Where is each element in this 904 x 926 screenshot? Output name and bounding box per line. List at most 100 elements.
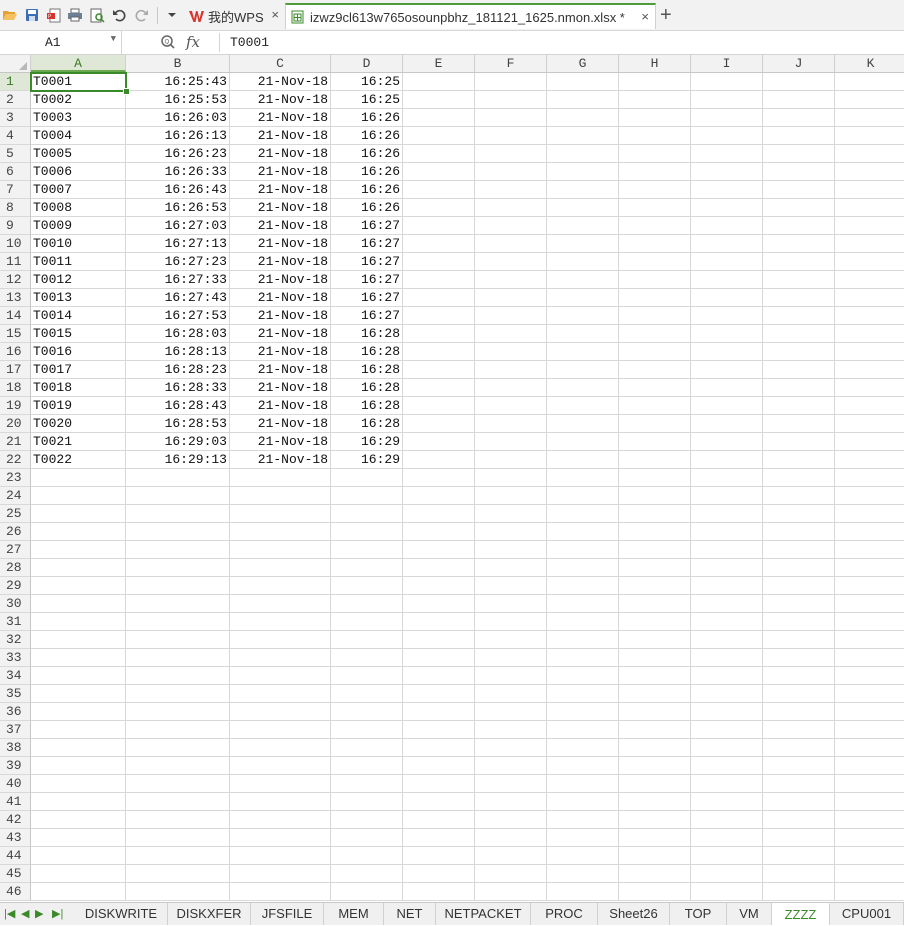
cell-j1[interactable] (763, 73, 835, 91)
cell-f30[interactable] (475, 595, 547, 613)
cell-k4[interactable] (835, 127, 904, 145)
column-header-b[interactable]: B (126, 55, 230, 72)
cell-g35[interactable] (547, 685, 619, 703)
cell-e20[interactable] (403, 415, 475, 433)
cell-d18[interactable]: 16:28 (331, 379, 403, 397)
cell-b35[interactable] (126, 685, 230, 703)
cell-a6[interactable]: T0006 (31, 163, 126, 181)
cell-e34[interactable] (403, 667, 475, 685)
cell-h26[interactable] (619, 523, 691, 541)
cell-f8[interactable] (475, 199, 547, 217)
cell-b22[interactable]: 16:29:13 (126, 451, 230, 469)
cell-k34[interactable] (835, 667, 904, 685)
cell-h43[interactable] (619, 829, 691, 847)
cell-e8[interactable] (403, 199, 475, 217)
cell-f40[interactable] (475, 775, 547, 793)
cell-a44[interactable] (31, 847, 126, 865)
row-header[interactable]: 27 (0, 541, 31, 559)
cell-k31[interactable] (835, 613, 904, 631)
cell-h39[interactable] (619, 757, 691, 775)
cell-e33[interactable] (403, 649, 475, 667)
row-header[interactable]: 16 (0, 343, 31, 361)
cell-d28[interactable] (331, 559, 403, 577)
row-header[interactable]: 46 (0, 883, 31, 901)
cell-e28[interactable] (403, 559, 475, 577)
cell-f33[interactable] (475, 649, 547, 667)
cell-f26[interactable] (475, 523, 547, 541)
cell-g39[interactable] (547, 757, 619, 775)
cell-k28[interactable] (835, 559, 904, 577)
cell-a46[interactable] (31, 883, 126, 901)
cell-j31[interactable] (763, 613, 835, 631)
row-header[interactable]: 12 (0, 271, 31, 289)
cell-e14[interactable] (403, 307, 475, 325)
cell-g15[interactable] (547, 325, 619, 343)
cell-f12[interactable] (475, 271, 547, 289)
row-header[interactable]: 18 (0, 379, 31, 397)
cell-g37[interactable] (547, 721, 619, 739)
cell-b39[interactable] (126, 757, 230, 775)
sheet-tab-cpu001[interactable]: CPU001 (830, 903, 904, 925)
cell-j39[interactable] (763, 757, 835, 775)
column-header-j[interactable]: J (763, 55, 835, 72)
cell-c44[interactable] (230, 847, 331, 865)
cell-g13[interactable] (547, 289, 619, 307)
row-header[interactable]: 24 (0, 487, 31, 505)
cell-b44[interactable] (126, 847, 230, 865)
cell-e1[interactable] (403, 73, 475, 91)
cell-f27[interactable] (475, 541, 547, 559)
column-header-e[interactable]: E (403, 55, 475, 72)
cell-k24[interactable] (835, 487, 904, 505)
cell-d19[interactable]: 16:28 (331, 397, 403, 415)
cell-a41[interactable] (31, 793, 126, 811)
cell-b26[interactable] (126, 523, 230, 541)
cell-f43[interactable] (475, 829, 547, 847)
cell-a31[interactable] (31, 613, 126, 631)
cell-a27[interactable] (31, 541, 126, 559)
column-header-h[interactable]: H (619, 55, 691, 72)
cell-i30[interactable] (691, 595, 763, 613)
cell-k26[interactable] (835, 523, 904, 541)
column-header-g[interactable]: G (547, 55, 619, 72)
cell-a42[interactable] (31, 811, 126, 829)
cell-e13[interactable] (403, 289, 475, 307)
cell-k3[interactable] (835, 109, 904, 127)
cell-f36[interactable] (475, 703, 547, 721)
cell-h24[interactable] (619, 487, 691, 505)
row-header[interactable]: 11 (0, 253, 31, 271)
cell-f7[interactable] (475, 181, 547, 199)
export-pdf-icon[interactable]: P (46, 7, 62, 23)
cell-f24[interactable] (475, 487, 547, 505)
cell-a11[interactable]: T0011 (31, 253, 126, 271)
cell-b7[interactable]: 16:26:43 (126, 181, 230, 199)
cell-j27[interactable] (763, 541, 835, 559)
cell-i25[interactable] (691, 505, 763, 523)
row-header[interactable]: 14 (0, 307, 31, 325)
cell-c41[interactable] (230, 793, 331, 811)
cell-e40[interactable] (403, 775, 475, 793)
cell-d15[interactable]: 16:28 (331, 325, 403, 343)
sheet-tab-netpacket[interactable]: NETPACKET (436, 903, 531, 925)
cell-d4[interactable]: 16:26 (331, 127, 403, 145)
cell-b34[interactable] (126, 667, 230, 685)
cell-k45[interactable] (835, 865, 904, 883)
cell-e24[interactable] (403, 487, 475, 505)
cell-h46[interactable] (619, 883, 691, 901)
cell-g14[interactable] (547, 307, 619, 325)
cell-j21[interactable] (763, 433, 835, 451)
last-sheet-icon[interactable]: ▶| (52, 907, 63, 920)
row-header[interactable]: 6 (0, 163, 31, 181)
cell-b11[interactable]: 16:27:23 (126, 253, 230, 271)
cell-f41[interactable] (475, 793, 547, 811)
cell-j33[interactable] (763, 649, 835, 667)
cell-c7[interactable]: 21-Nov-18 (230, 181, 331, 199)
cell-j36[interactable] (763, 703, 835, 721)
cell-d3[interactable]: 16:26 (331, 109, 403, 127)
cell-g30[interactable] (547, 595, 619, 613)
row-header[interactable]: 39 (0, 757, 31, 775)
cell-e39[interactable] (403, 757, 475, 775)
row-header[interactable]: 31 (0, 613, 31, 631)
cell-i21[interactable] (691, 433, 763, 451)
cell-d10[interactable]: 16:27 (331, 235, 403, 253)
cell-b19[interactable]: 16:28:43 (126, 397, 230, 415)
